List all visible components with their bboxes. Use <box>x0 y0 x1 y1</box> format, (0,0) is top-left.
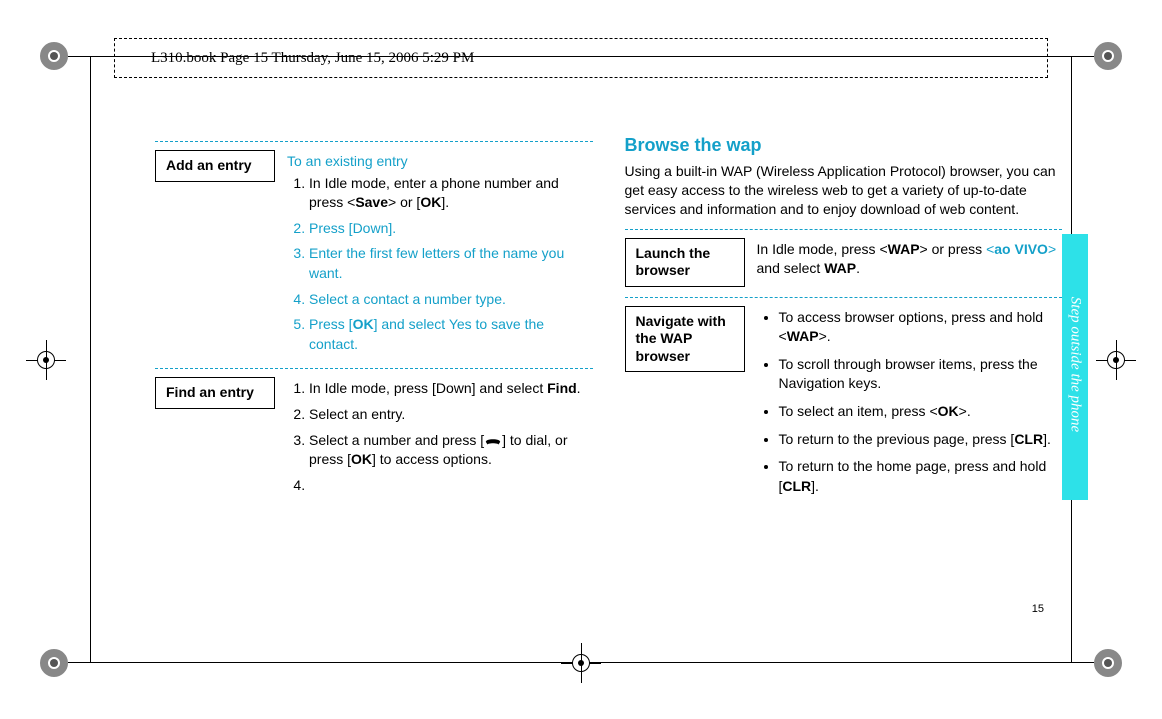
list-item: To access browser options, press and hol… <box>779 308 1063 347</box>
crop-mark-icon <box>40 649 68 677</box>
crop-mark-icon <box>1094 649 1122 677</box>
browse-wap-intro: Using a built-in WAP (Wireless Applicati… <box>625 162 1063 219</box>
crop-mark-icon <box>1094 42 1122 70</box>
launch-browser-section: Launch the browser In Idle mode, press <… <box>625 240 1063 287</box>
find-entry-steps: In Idle mode, press [Down] and select Fi… <box>287 379 593 495</box>
list-item: To return to the previous page, press [C… <box>779 430 1063 450</box>
navigate-browser-body: To access browser options, press and hol… <box>757 308 1063 505</box>
step-2: Press [Down]. <box>309 219 593 239</box>
separator <box>625 229 1063 230</box>
navigate-browser-list: To access browser options, press and hol… <box>757 308 1063 497</box>
content: Add an entry To an existing entry In Idl… <box>155 135 1062 619</box>
separator <box>155 141 593 142</box>
page: L310.book Page 15 Thursday, June 15, 200… <box>0 0 1162 719</box>
find-entry-body: In Idle mode, press [Down] and select Fi… <box>287 379 593 501</box>
register-mark-icon <box>26 340 66 380</box>
header-print-info: L310.book Page 15 Thursday, June 15, 200… <box>114 38 1048 78</box>
step-1: In Idle mode, enter a phone number and p… <box>309 174 593 213</box>
list-item: To return to the home page, press and ho… <box>779 457 1063 496</box>
add-entry-steps: In Idle mode, enter a phone number and p… <box>287 174 593 355</box>
navigate-browser-section: Navigate with the WAP browser To access … <box>625 308 1063 505</box>
step-4 <box>309 476 593 496</box>
navigate-browser-label: Navigate with the WAP browser <box>625 306 745 373</box>
list-item: To select an item, press <OK>. <box>779 402 1063 422</box>
separator <box>155 368 593 369</box>
left-column: Add an entry To an existing entry In Idl… <box>155 135 593 619</box>
launch-browser-label: Launch the browser <box>625 238 745 287</box>
step-3: Select a number and press [] to dial, or… <box>309 431 593 470</box>
right-column: Browse the wap Using a built-in WAP (Wir… <box>625 135 1063 619</box>
add-entry-subhead: To an existing entry <box>287 152 593 172</box>
crop-line <box>90 56 91 663</box>
find-entry-label: Find an entry <box>155 377 275 409</box>
find-entry-section: Find an entry In Idle mode, press [Down]… <box>155 379 593 501</box>
add-entry-body: To an existing entry In Idle mode, enter… <box>287 152 593 360</box>
add-entry-section: Add an entry To an existing entry In Idl… <box>155 152 593 360</box>
step-3: Enter the first few letters of the name … <box>309 244 593 283</box>
register-mark-icon <box>1096 340 1136 380</box>
step-1: In Idle mode, press [Down] and select Fi… <box>309 379 593 399</box>
add-entry-label: Add an entry <box>155 150 275 182</box>
crop-mark-icon <box>40 42 68 70</box>
step-5: Press [OK] and select Yes to save the co… <box>309 315 593 354</box>
launch-browser-body: In Idle mode, press <WAP> or press <ao V… <box>757 240 1063 279</box>
side-tab-label: Step outside the phone <box>1067 270 1084 460</box>
separator <box>625 297 1063 298</box>
step-4: Select a contact a number type. <box>309 290 593 310</box>
header-text: L310.book Page 15 Thursday, June 15, 200… <box>151 50 474 67</box>
register-mark-icon <box>561 643 601 683</box>
call-key-icon <box>484 434 502 448</box>
list-item: To scroll through browser items, press t… <box>779 355 1063 394</box>
step-2: Select an entry. <box>309 405 593 425</box>
side-tab: Step outside the phone <box>1062 234 1088 500</box>
browse-wap-heading: Browse the wap <box>625 135 1063 156</box>
